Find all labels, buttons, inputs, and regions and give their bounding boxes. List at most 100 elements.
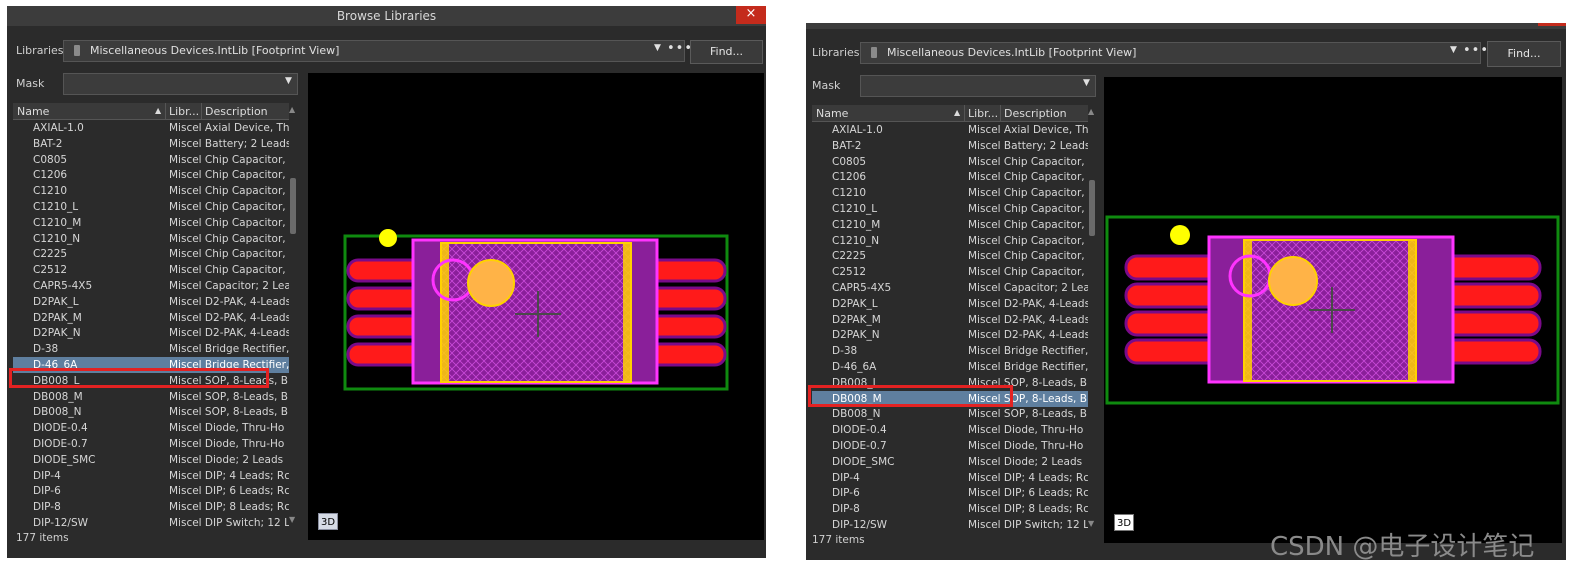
list-item[interactable]: D2PAK_N Miscel D2-PAK, 4-Leads (13, 325, 289, 341)
list-item[interactable]: C2512 Miscel Chip Capacitor, (13, 262, 289, 278)
chevron-down-icon[interactable]: ▼ (1083, 78, 1090, 88)
list-item[interactable]: D-38 Miscel Bridge Rectifier, (13, 341, 289, 357)
scroll-down-icon[interactable]: ▼ (289, 515, 295, 524)
list-item[interactable]: DIP-8 Miscel DIP; 8 Leads; Rc (812, 501, 1088, 517)
list-item[interactable]: BAT-2 Miscel Battery; 2 Leads (812, 138, 1088, 154)
column-header-description[interactable]: Description (1004, 107, 1067, 120)
column-header-library[interactable]: Libr... (169, 105, 199, 118)
library-select[interactable]: Miscellaneous Devices.IntLib [Footprint … (63, 40, 692, 62)
list-item[interactable]: D2PAK_L Miscel D2-PAK, 4-Leads (812, 296, 1088, 312)
column-header-name[interactable]: Name (816, 107, 848, 120)
list-item[interactable]: DIP-8 Miscel DIP; 8 Leads; Rc (13, 499, 289, 515)
list-item[interactable]: D2PAK_M Miscel D2-PAK, 4-Leads (13, 310, 289, 326)
list-item[interactable]: DB008_M Miscel SOP, 8-Leads, B (13, 389, 289, 405)
list-item-description: Miscel Axial Device, Th (968, 124, 1088, 136)
list-item-name: DIODE_SMC (33, 453, 96, 466)
list-rows: AXIAL-1.0 Miscel Axial Device, Th BAT-2 Mis… (13, 120, 289, 529)
list-item[interactable]: DIODE_SMC Miscel Diode; 2 Leads (13, 452, 289, 468)
column-header-name[interactable]: Name (17, 105, 49, 118)
close-strip[interactable] (1538, 23, 1566, 26)
list-item-description: Miscel D2-PAK, 4-Leads (169, 295, 289, 308)
close-button[interactable]: × (736, 6, 766, 24)
list-item[interactable]: C0805 Miscel Chip Capacitor, (13, 152, 289, 168)
list-item-description: Miscel Diode; 2 Leads (169, 453, 284, 466)
list-item-name: C1210 (832, 187, 867, 200)
scrollbar-thumb[interactable] (1089, 180, 1095, 236)
list-item-name: CAPR5-4X5 (33, 280, 93, 292)
list-item[interactable]: D2PAK_N Miscel D2-PAK, 4-Leads (812, 327, 1088, 343)
list-item[interactable]: C2225 Miscel Chip Capacitor, (812, 248, 1088, 264)
3d-view-button[interactable]: 3D (1114, 514, 1134, 531)
list-scrollbar[interactable]: ▲ ▼ (1088, 105, 1096, 531)
scroll-down-icon[interactable]: ▼ (1088, 519, 1094, 528)
list-item[interactable]: C1210_L Miscel Chip Capacitor, (13, 199, 289, 215)
list-item[interactable]: DIP-4 Miscel DIP; 4 Leads; Rc (13, 468, 289, 484)
list-item[interactable]: C2225 Miscel Chip Capacitor, (13, 246, 289, 262)
list-item-name: DIP-12/SW (832, 519, 888, 531)
list-item[interactable]: DIODE-0.7 Miscel Diode, Thru-Ho (13, 436, 289, 452)
list-item[interactable]: D2PAK_M Miscel D2-PAK, 4-Leads (812, 312, 1088, 328)
list-item[interactable]: C0805 Miscel Chip Capacitor, (812, 154, 1088, 170)
scroll-up-icon[interactable]: ▲ (1088, 107, 1094, 116)
chevron-down-icon[interactable]: ▼ (1450, 45, 1457, 55)
find-button[interactable]: Find... (690, 40, 763, 64)
column-header-library[interactable]: Libr... (968, 107, 998, 120)
list-item[interactable]: C2512 Miscel Chip Capacitor, (812, 264, 1088, 280)
footprint-preview[interactable]: 3D (308, 73, 764, 540)
list-item[interactable]: D-38 Miscel Bridge Rectifier, (812, 343, 1088, 359)
list-item[interactable]: AXIAL-1.0 Miscel Axial Device, Th (13, 120, 289, 136)
list-item-name: C1210_M (832, 218, 881, 231)
panel-top-strip (806, 23, 1566, 29)
window-title: Browse Libraries (336, 9, 437, 23)
list-item[interactable]: DIODE-0.4 Miscel Diode, Thru-Ho (812, 422, 1088, 438)
list-scrollbar[interactable]: ▲ ▼ (289, 103, 297, 527)
scrollbar-thumb[interactable] (290, 178, 296, 234)
list-item-description: Miscel Capacitor; 2 Lea (169, 280, 289, 292)
find-button[interactable]: Find... (1487, 41, 1561, 67)
list-item[interactable]: DIP-6 Miscel DIP; 6 Leads; Rc (13, 483, 289, 499)
list-item[interactable]: C1206 Miscel Chip Capacitor, (812, 169, 1088, 185)
list-item[interactable]: AXIAL-1.0 Miscel Axial Device, Th (812, 122, 1088, 138)
list-item[interactable]: DB008_N Miscel SOP, 8-Leads, B (812, 406, 1088, 422)
footprint-preview[interactable]: 3D (1104, 77, 1562, 543)
list-item[interactable]: C1210_L Miscel Chip Capacitor, (812, 201, 1088, 217)
list-item[interactable]: C1210_M Miscel Chip Capacitor, (13, 215, 289, 231)
list-item[interactable]: C1210 Miscel Chip Capacitor, (812, 185, 1088, 201)
list-item-name: DB008_M (33, 390, 83, 403)
list-item-description: Miscel Bridge Rectifier, (968, 345, 1088, 358)
mask-label: Mask (16, 77, 45, 90)
selection-highlight-box (9, 368, 269, 388)
list-item[interactable]: CAPR5-4X5 Miscel Capacitor; 2 Lea (812, 280, 1088, 296)
chevron-down-icon[interactable]: ▼ (285, 76, 292, 86)
list-item-description: Miscel DIP; 6 Leads; Rc (169, 485, 289, 498)
list-item-description: Miscel Chip Capacitor, (169, 201, 286, 213)
list-item[interactable]: DIODE-0.7 Miscel Diode, Thru-Ho (812, 438, 1088, 454)
more-options-icon[interactable]: ••• (1463, 43, 1489, 58)
library-select[interactable]: Miscellaneous Devices.IntLib [Footprint … (860, 42, 1488, 64)
list-item[interactable]: C1210_N Miscel Chip Capacitor, (13, 231, 289, 247)
list-item[interactable]: DIODE-0.4 Miscel Diode, Thru-Ho (13, 420, 289, 436)
list-item[interactable]: C1210_M Miscel Chip Capacitor, (812, 217, 1088, 233)
column-header-description[interactable]: Description (205, 105, 268, 118)
mask-input[interactable]: ▼ (860, 75, 1096, 97)
3d-view-button[interactable]: 3D (318, 513, 338, 530)
mask-input[interactable]: ▼ (63, 73, 298, 95)
list-item[interactable]: BAT-2 Miscel Battery; 2 Leads (13, 136, 289, 152)
scroll-up-icon[interactable]: ▲ (289, 105, 295, 114)
list-item[interactable]: D2PAK_L Miscel D2-PAK, 4-Leads (13, 294, 289, 310)
list-item[interactable]: C1206 Miscel Chip Capacitor, (13, 167, 289, 183)
list-item[interactable]: D-46_6A Miscel Bridge Rectifier, (812, 359, 1088, 375)
list-item[interactable]: CAPR5-4X5 Miscel Capacitor; 2 Lea (13, 278, 289, 294)
chevron-down-icon[interactable]: ▼ (654, 43, 661, 53)
list-item[interactable]: DB008_N Miscel SOP, 8-Leads, B (13, 404, 289, 420)
list-item[interactable]: DIP-12/SW Miscel DIP Switch; 12 L (13, 515, 289, 531)
list-item[interactable]: DIODE_SMC Miscel Diode; 2 Leads (812, 454, 1088, 470)
list-rows: AXIAL-1.0 Miscel Axial Device, Th BAT-2 Mis… (812, 122, 1088, 531)
list-item-description: Miscel Chip Capacitor, (968, 171, 1085, 184)
list-item[interactable]: DIP-6 Miscel DIP; 6 Leads; Rc (812, 485, 1088, 501)
list-item[interactable]: DIP-4 Miscel DIP; 4 Leads; Rc (812, 470, 1088, 486)
list-item-description: Miscel Chip Capacitor, (968, 187, 1085, 200)
list-item[interactable]: DIP-12/SW Miscel DIP Switch; 12 L (812, 517, 1088, 533)
list-item[interactable]: C1210 Miscel Chip Capacitor, (13, 183, 289, 199)
list-item[interactable]: C1210_N Miscel Chip Capacitor, (812, 233, 1088, 249)
